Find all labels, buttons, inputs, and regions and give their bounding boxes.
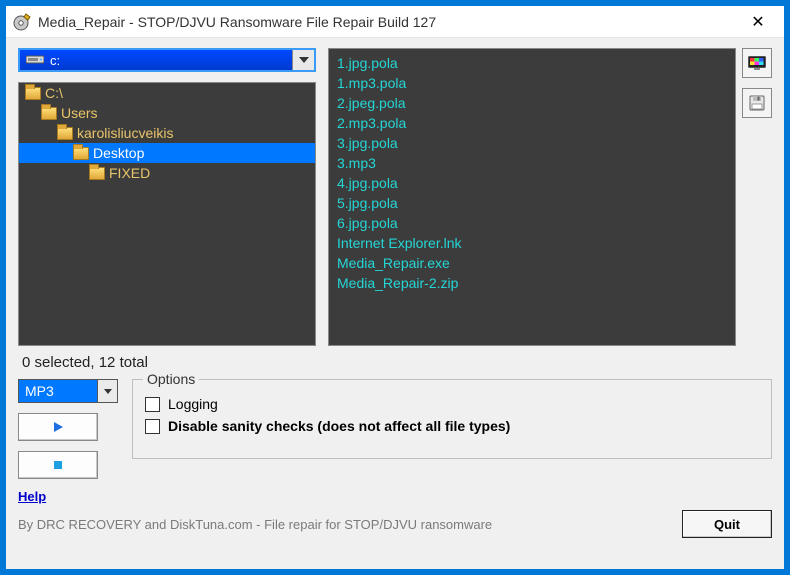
folder-icon <box>73 147 89 160</box>
stop-button[interactable] <box>18 451 98 479</box>
window-title: Media_Repair - STOP/DJVU Ransomware File… <box>38 14 738 30</box>
file-list-item[interactable]: Media_Repair.exe <box>337 253 727 273</box>
client-area: c: C:\ Users karolisliucveikis Desktop FIXED… <box>6 38 784 569</box>
preview-button[interactable] <box>742 48 772 78</box>
tree-item-label: karolisliucveikis <box>77 125 173 141</box>
file-list[interactable]: 1.jpg.pola1.mp3.pola2.jpeg.pola2.mp3.pol… <box>328 48 736 346</box>
drive-combo-arrow[interactable] <box>292 50 314 70</box>
format-combo[interactable]: MP3 <box>18 379 118 403</box>
file-list-item[interactable]: 1.jpg.pola <box>337 53 727 73</box>
stop-icon <box>51 458 65 472</box>
logging-checkbox[interactable] <box>145 397 160 412</box>
app-window: Media_Repair - STOP/DJVU Ransomware File… <box>5 5 785 570</box>
tree-item[interactable]: FIXED <box>19 163 315 183</box>
format-combo-label: MP3 <box>19 380 97 402</box>
file-list-item[interactable]: 2.jpeg.pola <box>337 93 727 113</box>
drive-combo-body[interactable]: c: <box>20 50 292 70</box>
chevron-down-icon <box>104 389 112 394</box>
floppy-disk-icon <box>749 95 765 111</box>
chevron-down-icon <box>299 57 309 63</box>
play-icon <box>51 420 65 434</box>
disable-sanity-row: Disable sanity checks (does not affect a… <box>145 418 759 434</box>
titlebar: Media_Repair - STOP/DJVU Ransomware File… <box>6 6 784 38</box>
file-list-item[interactable]: 3.mp3 <box>337 153 727 173</box>
format-combo-arrow[interactable] <box>97 380 117 402</box>
file-list-item[interactable]: Media_Repair-2.zip <box>337 273 727 293</box>
folder-icon <box>41 107 57 120</box>
folder-icon <box>57 127 73 140</box>
folder-icon <box>89 167 105 180</box>
footer-row: By DRC RECOVERY and DiskTuna.com - File … <box>18 510 772 538</box>
disable-sanity-label: Disable sanity checks (does not affect a… <box>168 418 510 434</box>
side-buttons <box>742 48 772 346</box>
close-button[interactable]: ✕ <box>738 8 778 36</box>
tree-item[interactable]: C:\ <box>19 83 315 103</box>
file-list-item[interactable]: 6.jpg.pola <box>337 213 727 233</box>
file-list-item[interactable]: 5.jpg.pola <box>337 193 727 213</box>
folder-icon <box>25 87 41 100</box>
format-column: MP3 <box>18 379 118 479</box>
file-list-item[interactable]: 2.mp3.pola <box>337 113 727 133</box>
file-list-item[interactable]: 3.jpg.pola <box>337 133 727 153</box>
options-group: Options Logging Disable sanity checks (d… <box>132 379 772 459</box>
right-column: 1.jpg.pola1.mp3.pola2.jpeg.pola2.mp3.pol… <box>322 48 772 346</box>
status-text: 0 selected, 12 total <box>18 354 772 371</box>
drive-icon <box>26 53 44 68</box>
options-legend: Options <box>143 371 199 387</box>
tree-item[interactable]: Users <box>19 103 315 123</box>
save-button[interactable] <box>742 88 772 118</box>
app-icon <box>12 12 32 32</box>
file-list-item[interactable]: Internet Explorer.lnk <box>337 233 727 253</box>
left-column: c: C:\ Users karolisliucveikis Desktop FIXED <box>18 48 316 346</box>
tree-item[interactable]: karolisliucveikis <box>19 123 315 143</box>
disable-sanity-checkbox[interactable] <box>145 419 160 434</box>
logging-row: Logging <box>145 396 759 412</box>
tree-item[interactable]: Desktop <box>19 143 315 163</box>
tree-item-label: Users <box>61 105 98 121</box>
logging-label: Logging <box>168 396 218 412</box>
help-link[interactable]: Help <box>18 489 46 504</box>
tree-item-label: FIXED <box>109 165 150 181</box>
tree-item-label: C:\ <box>45 85 63 101</box>
browse-row: c: C:\ Users karolisliucveikis Desktop FIXED… <box>18 48 772 346</box>
file-list-item[interactable]: 4.jpg.pola <box>337 173 727 193</box>
help-row: Help <box>18 489 772 504</box>
drive-combo-label: c: <box>50 53 60 68</box>
credits-text: By DRC RECOVERY and DiskTuna.com - File … <box>18 517 492 532</box>
quit-button[interactable]: Quit <box>682 510 772 538</box>
lower-row: MP3 Options Logging Disable sa <box>18 379 772 479</box>
play-button[interactable] <box>18 413 98 441</box>
drive-combo[interactable]: c: <box>18 48 316 72</box>
folder-tree[interactable]: C:\ Users karolisliucveikis Desktop FIXED <box>18 82 316 346</box>
quit-label: Quit <box>714 517 740 532</box>
tree-item-label: Desktop <box>93 145 144 161</box>
monitor-icon <box>748 56 766 70</box>
file-list-item[interactable]: 1.mp3.pola <box>337 73 727 93</box>
